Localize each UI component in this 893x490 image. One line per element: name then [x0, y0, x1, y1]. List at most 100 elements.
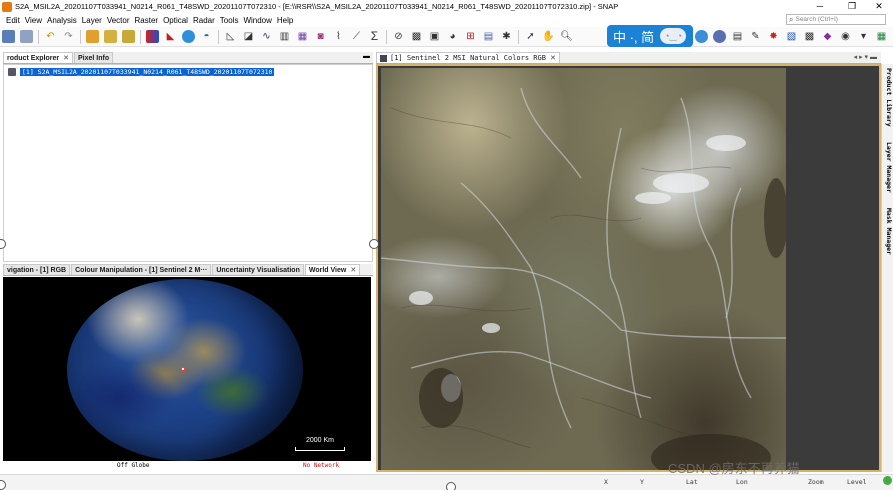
splitter-handle[interactable] — [369, 239, 379, 249]
color-manipulation-icon[interactable] — [146, 30, 159, 43]
close-icon[interactable]: ✕ — [350, 266, 356, 274]
profile-plot-icon[interactable]: ▥ — [278, 30, 291, 43]
no-data-area — [786, 68, 879, 470]
search-input[interactable]: ⌕ Search (Ctrl+I) — [786, 14, 886, 25]
graph-builder-icon[interactable]: ◓ — [200, 30, 213, 43]
image-view-tabs: [1] Sentinel 2 MSI Natural Colors RGB ✕ … — [376, 52, 881, 64]
menu-vector[interactable]: Vector — [107, 16, 130, 25]
ime-skin-icon: ◔‿◔ — [660, 28, 687, 44]
maximize-button[interactable]: ❐ — [838, 0, 866, 13]
menu-view[interactable]: View — [25, 16, 42, 25]
tab-navigation[interactable]: vigation - [1] RGB — [3, 264, 71, 275]
redo-icon[interactable]: ↷ — [62, 30, 75, 43]
close-window-button[interactable]: ✕ — [865, 0, 893, 13]
panel-minimize-icon[interactable]: ▬ — [363, 53, 370, 60]
snap-app-icon — [2, 1, 12, 12]
pixel-info-icon[interactable]: ⟋ — [350, 30, 363, 43]
menu-bar: Edit View Analysis Layer Vector Raster O… — [0, 14, 600, 26]
spectrum-icon[interactable]: ◺ — [224, 30, 237, 43]
product-label[interactable]: [1] S2A_MSIL2A_20201107T033941_N0214_R06… — [20, 67, 275, 76]
undo-icon[interactable]: ↶ — [44, 30, 57, 43]
globe-image[interactable] — [67, 279, 303, 461]
tab-image-view[interactable]: [1] Sentinel 2 MSI Natural Colors RGB ✕ — [376, 52, 560, 63]
menu-edit[interactable]: Edit — [6, 16, 20, 25]
close-icon[interactable]: ✕ — [550, 54, 556, 62]
scatter-plot-icon[interactable]: ∿ — [260, 30, 273, 43]
layer-manager-tab[interactable]: Layer Manager — [883, 142, 893, 193]
magnify-icon[interactable]: 🔍︎ — [560, 30, 573, 43]
image-view-icon — [380, 54, 387, 62]
toolbar-separator — [518, 29, 519, 44]
menu-layer[interactable]: Layer — [82, 16, 102, 25]
tab-product-explorer[interactable]: roduct Explorer ✕ — [3, 52, 73, 63]
tab-scroll-icons[interactable]: ◂ ▸ ▾ ▬ — [854, 53, 877, 61]
menu-tools[interactable]: Tools — [220, 16, 239, 25]
cube-icon[interactable]: ▧ — [785, 30, 798, 43]
status-ok-icon — [883, 476, 892, 485]
layer-icon[interactable] — [104, 30, 117, 43]
menu-raster[interactable]: Raster — [135, 16, 159, 25]
mask-manager-tab[interactable]: Mask Manager — [883, 208, 893, 255]
menu-analysis[interactable]: Analysis — [47, 16, 77, 25]
x-label: X — [604, 478, 608, 486]
world-view-status: Off Globe No Network — [3, 462, 371, 471]
cursor-tool-icon[interactable]: ➚ — [524, 30, 537, 43]
statistics-icon[interactable]: ◪ — [242, 30, 255, 43]
user-icon[interactable]: ◉ — [839, 30, 852, 43]
qr-code-icon[interactable]: ▩ — [803, 30, 816, 43]
tab-label: roduct Explorer — [7, 54, 60, 62]
menu-optical[interactable]: Optical — [163, 16, 188, 25]
toolbar-separator — [80, 29, 81, 44]
product-library-tab[interactable]: Product Library — [883, 68, 893, 127]
star-icon[interactable]: ✸ — [767, 30, 780, 43]
menu-window[interactable]: Window — [243, 16, 271, 25]
save-product-icon[interactable] — [20, 30, 33, 43]
measure-tool-icon[interactable]: ◕ — [446, 30, 459, 43]
dropdown-icon[interactable]: ▾ — [857, 30, 870, 43]
world-map-icon[interactable] — [182, 30, 195, 43]
globe-icon[interactable] — [695, 30, 708, 43]
pen-icon[interactable]: ✎ — [749, 30, 762, 43]
ime-toolbar[interactable]: 中 ·, 简 ◔‿◔ — [607, 25, 693, 47]
open-product-icon[interactable] — [2, 30, 15, 43]
sum-icon[interactable]: Σ — [368, 30, 381, 43]
help-icon[interactable]: ◆ — [821, 30, 834, 43]
product-tree-node[interactable]: [1] S2A_MSIL2A_20201107T033941_N0214_R06… — [8, 67, 275, 76]
puzzle-icon[interactable]: ▦ — [875, 30, 888, 43]
range-finder-icon[interactable]: ⊞ — [464, 30, 477, 43]
menu-radar[interactable]: Radar — [193, 16, 215, 25]
minimize-button[interactable]: ─ — [806, 0, 834, 13]
select-tool-icon[interactable]: ⊘ — [392, 30, 405, 43]
hand-tool-icon[interactable]: ✋ — [542, 30, 555, 43]
tab-pixel-info[interactable]: Pixel Info — [74, 52, 114, 63]
close-icon[interactable]: ✕ — [63, 54, 69, 62]
menu-help[interactable]: Help — [277, 16, 293, 25]
y-label: Y — [640, 478, 644, 486]
product-icon — [8, 67, 16, 76]
image-view[interactable] — [376, 64, 881, 472]
pan-tool-icon[interactable]: ▩ — [410, 30, 423, 43]
circle-icon[interactable] — [713, 30, 726, 43]
tab-world-view[interactable]: World View ✕ — [304, 264, 361, 275]
level-label: Level — [847, 478, 867, 486]
filter-icon[interactable]: ▤ — [731, 30, 744, 43]
explorer-tabs: roduct Explorer ✕ Pixel Info ▬ — [3, 52, 373, 64]
zoom-tool-icon[interactable]: ▣ — [428, 30, 441, 43]
product-location-marker — [181, 367, 185, 371]
settings-icon[interactable]: ✱ — [500, 30, 513, 43]
gcp-icon[interactable]: ⌇ — [332, 30, 345, 43]
tab-label: Colour Manipulation - [1] Sentinel 2 M··… — [75, 266, 208, 274]
mask-icon[interactable]: ▦ — [296, 30, 309, 43]
world-view-canvas[interactable]: 2000 Km — [3, 277, 371, 461]
qr-icon[interactable]: ▤ — [482, 30, 495, 43]
pin-icon[interactable]: ◣ — [164, 30, 177, 43]
ime-label: 中 ·, 简 — [613, 29, 655, 45]
histogram-icon[interactable] — [122, 30, 135, 43]
vector-icon[interactable]: ◙ — [314, 30, 327, 43]
sentinel-rgb-image[interactable] — [381, 68, 786, 470]
toolbar-separator — [140, 29, 141, 44]
tab-colour-manipulation[interactable]: Colour Manipulation - [1] Sentinel 2 M··… — [71, 264, 212, 275]
tab-uncertainty[interactable]: Uncertainty Visualisation — [212, 264, 304, 275]
band-maths-icon[interactable] — [86, 30, 99, 43]
splitter-handle[interactable] — [446, 482, 456, 490]
